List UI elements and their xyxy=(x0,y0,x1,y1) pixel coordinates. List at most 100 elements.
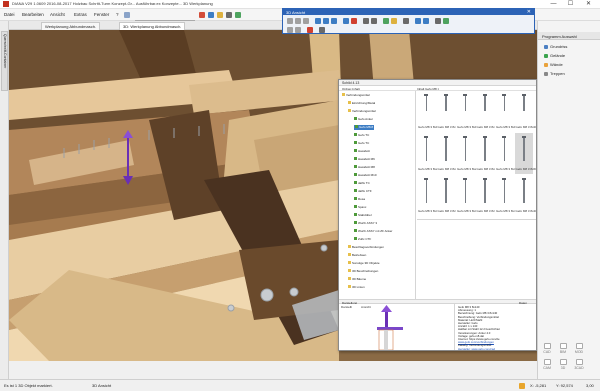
tree-item[interactable]: Betriebsen xyxy=(348,253,366,258)
tree-item[interactable]: Stabdübel xyxy=(354,213,372,218)
catalog-cell[interactable]: Gefo M8 3 8x220 xyxy=(417,133,441,174)
tree-item[interactable]: 3D Linien xyxy=(348,285,365,290)
light-icon[interactable] xyxy=(383,18,389,24)
tree-item[interactable]: Sonstige 3D Objekte xyxy=(348,261,380,266)
tree-item[interactable]: Rosa xyxy=(354,197,365,202)
screw-thumbnail-icon xyxy=(464,95,467,111)
mode-bim[interactable]: BIM xyxy=(556,343,570,357)
tree-item[interactable]: Gefo TC xyxy=(354,133,369,138)
catalog-cell[interactable]: Gefo M8 3 8x200 xyxy=(514,91,536,132)
view-side-icon[interactable] xyxy=(331,18,337,24)
properties-icon[interactable] xyxy=(319,27,325,33)
delete-icon[interactable] xyxy=(307,27,313,33)
tree-item[interactable]: Haxabolt M10 xyxy=(354,173,377,178)
redo-view-icon[interactable] xyxy=(295,27,301,33)
3d-view-panel-close[interactable]: ✕ xyxy=(527,9,531,15)
catalog-cell[interactable]: Gefo M8 3 8x140 xyxy=(456,91,480,132)
wireframe-icon[interactable] xyxy=(371,18,377,24)
catalog-cell[interactable]: Gefo M8 3 8x380 xyxy=(475,175,500,216)
menu-ansicht[interactable]: Ansicht xyxy=(50,12,65,17)
menu-bearbeiten[interactable]: Bearbeiten xyxy=(22,12,44,17)
tree-item[interactable]: Haxabolt xyxy=(354,149,370,154)
animate-icon[interactable] xyxy=(443,18,449,24)
screw-head-icon xyxy=(424,178,429,180)
sun-icon[interactable] xyxy=(391,18,397,24)
catalog-cell[interactable]: Gefo M8 3 8x300 xyxy=(495,133,519,174)
program-item-treppen[interactable]: Treppen xyxy=(544,70,565,77)
measure-icon[interactable] xyxy=(435,18,441,24)
catalog-cell[interactable]: Gefo M8 3 8x400 xyxy=(495,175,519,216)
catalog-cell[interactable]: Gefo M8 3 8x240 xyxy=(436,133,461,174)
section-icon[interactable] xyxy=(415,18,421,24)
tree-item[interactable]: Gefo Anker xyxy=(354,117,373,122)
undo-view-icon[interactable] xyxy=(287,27,293,33)
tree-item-label: Verbindungsmittel xyxy=(352,109,376,113)
catalog-cell[interactable]: Gefo M8 3 8x160 xyxy=(475,91,500,132)
tree-item[interactable]: Gefo M8.8 xyxy=(354,125,375,130)
tree-item[interactable]: Beschlagsverbindungen xyxy=(348,245,384,250)
catalog-cell[interactable]: Gefo M8 3 8x360 xyxy=(456,175,480,216)
tree-item[interactable]: Verbindungsmittel xyxy=(342,93,370,98)
menu-fenster[interactable]: Fenster xyxy=(94,12,109,17)
tree-item[interactable]: Einrichtung/Metal xyxy=(348,101,375,106)
render-icon[interactable] xyxy=(363,18,369,24)
catalog-cell[interactable]: Gefo M8 3 8x400 xyxy=(514,175,536,216)
container-side-tab[interactable]: Querschnitt-Container xyxy=(1,31,8,91)
program-item-waende[interactable]: Wände xyxy=(544,61,563,68)
tree-item[interactable]: 3D Beschreibungen xyxy=(348,269,378,274)
program-item-gelaende[interactable]: Gelände xyxy=(544,52,565,59)
nav-zoom-icon[interactable] xyxy=(303,18,309,24)
tab-3d-werkplanung[interactable]: 3D: Werkplanung Abbundmasch. xyxy=(119,22,186,30)
catalog-cell[interactable]: Gefo M8 3 8x120 xyxy=(436,91,461,132)
clip-icon[interactable] xyxy=(423,18,429,24)
close-button[interactable]: ✕ xyxy=(582,0,595,9)
tab-werkplanung[interactable]: Werkplanung Abbundmasch. xyxy=(41,22,101,30)
settings-icon[interactable] xyxy=(226,12,232,18)
tree-item[interactable]: Wurth ASSY 3 xyxy=(354,221,377,226)
tree-item[interactable]: Verbindungsmittel xyxy=(348,109,376,114)
workplane-icon[interactable] xyxy=(124,12,130,18)
maximize-button[interactable]: ☐ xyxy=(564,0,577,9)
tree-item[interactable]: Gefo TC xyxy=(354,141,369,146)
catalog-cell[interactable]: Gefo M8 3 8x320 xyxy=(417,175,441,216)
layer-icon[interactable] xyxy=(208,12,214,18)
tree-item[interactable]: Haxabolt M6 xyxy=(354,157,375,162)
mode-mod[interactable]: MOD xyxy=(572,343,586,357)
tree-item[interactable]: dalfix TC xyxy=(354,181,370,186)
catalog-cell[interactable]: Gefo M8 3 8x180 xyxy=(495,91,519,132)
menu-extras[interactable]: Extras xyxy=(74,12,87,17)
tree-item[interactable]: dalfix CTF xyxy=(354,189,372,194)
view-top-icon[interactable] xyxy=(315,18,321,24)
camera-icon[interactable] xyxy=(403,18,409,24)
minimize-button[interactable]: — xyxy=(547,0,560,9)
catalog-cell[interactable]: Gefo M8 3 8x280 xyxy=(475,133,500,174)
pen-icon[interactable] xyxy=(199,12,205,18)
catalog-cell[interactable]: Gefo M8 3 8x60 xyxy=(514,133,536,174)
view-front-icon[interactable] xyxy=(323,18,329,24)
catalog-cell[interactable]: Gefo M8 3 8x260 xyxy=(456,133,480,174)
folder-icon[interactable] xyxy=(217,12,223,18)
catalog-cell[interactable]: Gefo M8 3 8x100 xyxy=(417,91,441,132)
mode-3cad[interactable]: 3CAD xyxy=(572,359,586,373)
lock-icon[interactable] xyxy=(519,383,525,389)
refresh-icon[interactable] xyxy=(235,12,241,18)
tree-item[interactable]: Zufix CTF xyxy=(354,237,371,242)
screw-thumbnail-icon xyxy=(503,95,506,111)
3d-icon xyxy=(559,359,567,365)
tree-item[interactable]: Haxabolt M8 xyxy=(354,165,375,170)
view-iso-icon[interactable] xyxy=(343,18,349,24)
mode-cam[interactable]: CAM xyxy=(540,359,554,373)
program-item-grundriss[interactable]: Grundriss xyxy=(544,43,567,50)
nav-pan-icon[interactable] xyxy=(295,18,301,24)
mode-cad[interactable]: CAD xyxy=(540,343,554,357)
mode-3d[interactable]: 3D xyxy=(556,359,570,373)
tree-item[interactable]: Wurth ASSY mit ZF Anker xyxy=(354,229,392,234)
tree-item[interactable]: 3D Bäume xyxy=(348,277,366,282)
select-icon[interactable] xyxy=(351,18,357,24)
nav-orbit-icon[interactable] xyxy=(287,18,293,24)
menu-help[interactable]: ? xyxy=(116,12,119,17)
info-line[interactable]: Hersteller: www.gefo.com/cad xyxy=(458,347,495,350)
menu-datei[interactable]: Datei xyxy=(4,12,15,17)
tree-item[interactable]: Spaxx xyxy=(354,205,366,210)
catalog-cell[interactable]: Gefo M8 3 8x340 xyxy=(436,175,461,216)
